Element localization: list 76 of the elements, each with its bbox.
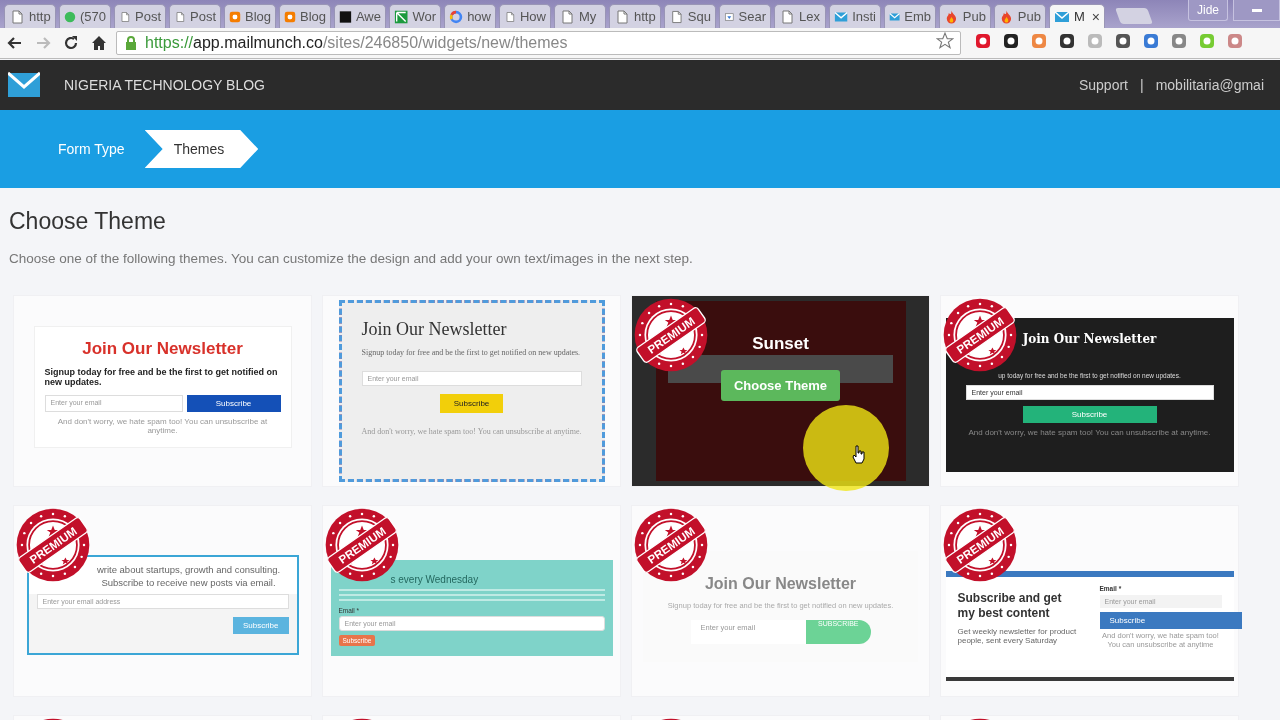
back-arrow-icon <box>7 35 23 51</box>
page-icon <box>614 8 630 25</box>
browser-tab[interactable]: Pub <box>939 4 991 28</box>
browser-tab[interactable]: http <box>609 4 661 28</box>
forward-arrow-icon <box>35 35 51 51</box>
browser-tab[interactable]: Insti <box>829 4 881 28</box>
preview-note: And don't worry, we hate spam too! You can unsubscribe at anytime. <box>968 428 1211 438</box>
subscribe-button: Subscribe <box>439 394 504 413</box>
star-icon <box>936 32 954 50</box>
subscribe-button: Subscribe <box>186 394 281 412</box>
new-tab-button[interactable] <box>1115 8 1153 24</box>
browser-tab[interactable]: M × <box>1049 4 1105 28</box>
browser-tab[interactable]: Sear <box>719 4 771 28</box>
page-title: Choose Theme <box>9 208 167 235</box>
browser-tab[interactable]: Post <box>169 4 221 28</box>
browser-tab[interactable]: Pub <box>994 4 1046 28</box>
preview-title: Join Our Newsletter <box>82 338 243 359</box>
browser-tab[interactable]: http <box>4 4 56 28</box>
minimize-icon <box>1251 8 1262 12</box>
browser-tab[interactable]: Blog <box>279 4 331 28</box>
page-icon <box>669 8 684 25</box>
theme-name: Sunset <box>752 334 809 354</box>
home-icon <box>91 35 107 51</box>
flame-icon <box>999 8 1014 25</box>
flame-icon <box>944 8 959 25</box>
preview-text: Signup today for free and be the first to get notified on new updates. <box>44 366 279 387</box>
subscribe-button: Subscribe <box>1022 406 1157 423</box>
browser-tab[interactable]: Squ <box>664 4 716 28</box>
extension-icon <box>1087 33 1103 49</box>
preview-title: Join Our Newsletter <box>361 319 507 340</box>
lock-icon <box>123 35 139 51</box>
google-icon <box>449 8 464 25</box>
browser-tab[interactable]: Wor <box>389 4 441 28</box>
square-icon <box>339 8 352 25</box>
extension-icon <box>975 33 991 49</box>
sheet-icon <box>394 8 409 25</box>
separator: | <box>1140 77 1144 93</box>
browser-tab[interactable]: Lex <box>774 4 826 28</box>
extension-icon <box>1003 33 1019 49</box>
page-icon <box>9 8 25 25</box>
reload-icon <box>63 35 79 51</box>
preview-text: Signup today for free and be the first to get notified on new updates. <box>361 348 581 357</box>
extension-icon <box>1031 33 1047 49</box>
browser-tab[interactable]: My <box>554 4 606 28</box>
hand-cursor-icon <box>850 445 868 465</box>
subscribe-button: Subscribe <box>1099 612 1242 629</box>
extension-icon <box>1171 33 1187 49</box>
subscribe-button: Subscribe <box>232 616 289 634</box>
browser-tab[interactable]: (570 <box>59 4 111 28</box>
envelope-logo-icon <box>8 71 40 99</box>
support-link[interactable]: Support <box>1078 77 1128 93</box>
preview-title: Subscribe and get my best content <box>957 591 1063 621</box>
extension-icon <box>1227 33 1243 49</box>
extension-icon <box>1059 33 1075 49</box>
browser-tab[interactable]: How <box>499 4 551 28</box>
page-icon <box>559 8 575 25</box>
page-description: Choose one of the following themes. You can customize the design and add your own text/images in the next step. <box>9 251 694 266</box>
minimize-button[interactable] <box>1233 0 1280 21</box>
preview-text: Get weekly newsletter for product people, sent every Saturday <box>957 627 1078 645</box>
extension-icon <box>1199 33 1215 49</box>
step-tab[interactable]: Themes <box>144 130 259 168</box>
preview-note: And don't worry, we hate spam too! You can unsubscribe at anytime. <box>56 416 269 436</box>
browser-tab[interactable]: Blog <box>224 4 276 28</box>
close-tab-button[interactable]: × <box>1091 8 1100 25</box>
extension-icon <box>1115 33 1131 49</box>
browser-tab[interactable]: Emb <box>884 4 936 28</box>
profile-button[interactable]: Jide <box>1188 0 1228 21</box>
extension-icon <box>1143 33 1159 49</box>
browser-tab[interactable]: Post <box>114 4 166 28</box>
step-tab[interactable]: Form Type <box>48 130 145 168</box>
page-icon <box>779 8 795 25</box>
site-name: NIGERIA TECHNOLOGY BLOG <box>64 77 265 93</box>
account-link[interactable]: mobilitaria@gmai <box>1155 77 1264 93</box>
browser-tab[interactable]: how <box>444 4 496 28</box>
preview-note: And don't worry, we hate spam too! You can unsubscribe at anytime. <box>361 427 582 437</box>
browser-tab[interactable]: Awe <box>334 4 386 28</box>
